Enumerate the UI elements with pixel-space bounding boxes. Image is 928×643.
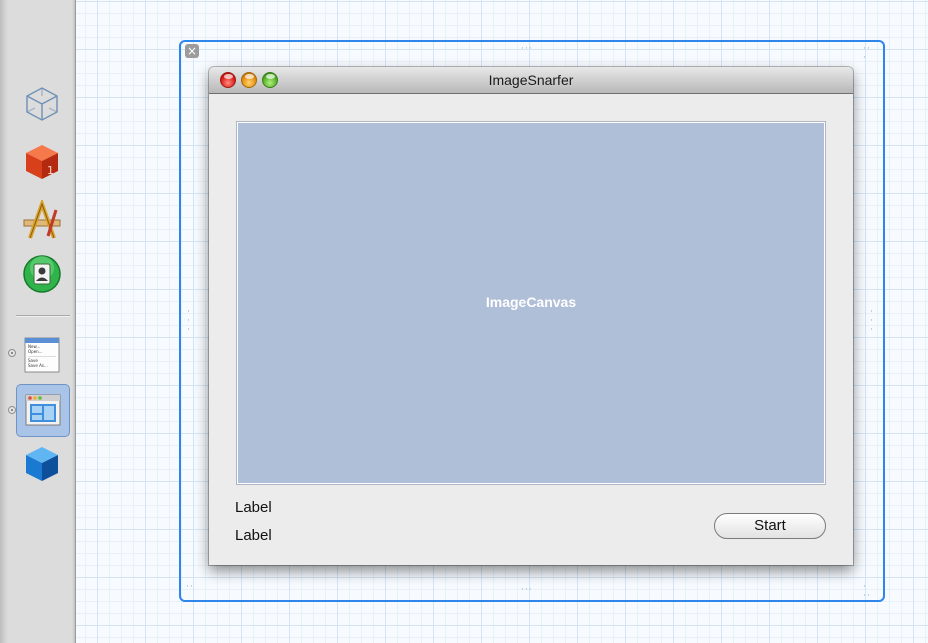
green-user-icon[interactable]	[22, 254, 62, 294]
main-menu-icon[interactable]: New... Open... Save Save As...	[22, 334, 62, 374]
wireframe-cube-icon[interactable]	[22, 84, 62, 124]
blue-cube-icon[interactable]	[22, 444, 62, 484]
image-canvas-label: ImageCanvas	[485, 294, 577, 310]
resize-handle-left[interactable]: · · ·	[186, 308, 192, 335]
image-canvas[interactable]: ImageCanvas	[236, 121, 826, 485]
resize-handle-bottom-left[interactable]: ··	[186, 583, 194, 592]
dock-separator	[16, 315, 70, 317]
window-icon[interactable]	[23, 390, 63, 430]
object-dock: 1 New... Open... Save Save As...	[0, 0, 76, 643]
connection-outlet-icon[interactable]	[8, 349, 16, 357]
resize-handle-top[interactable]: ···	[521, 45, 533, 54]
connection-outlet-icon[interactable]	[8, 406, 16, 414]
resize-handle-top-right[interactable]: ·· ·	[863, 45, 871, 63]
close-icon[interactable]: ×	[185, 44, 199, 58]
status-label-2: Label	[235, 527, 272, 544]
imagesnarfer-window: ImageSnarfer ImageCanvas Label Label Sta…	[209, 67, 853, 565]
red-cube-icon[interactable]: 1	[22, 142, 62, 182]
title-bar[interactable]: ImageSnarfer	[209, 67, 853, 94]
resize-handle-bottom[interactable]: ···	[521, 586, 533, 595]
status-label-1: Label	[235, 499, 272, 516]
start-button[interactable]: Start	[714, 513, 826, 539]
resize-handle-right[interactable]: · · ·	[869, 308, 875, 335]
menu-thumb-open: Open...	[28, 349, 43, 354]
resize-handle-bottom-right[interactable]: · ··	[863, 583, 871, 601]
menu-thumb-save-as: Save As...	[28, 363, 48, 368]
app-builder-icon[interactable]	[22, 197, 62, 240]
window-title: ImageSnarfer	[488, 72, 574, 88]
svg-text:1: 1	[47, 164, 54, 177]
